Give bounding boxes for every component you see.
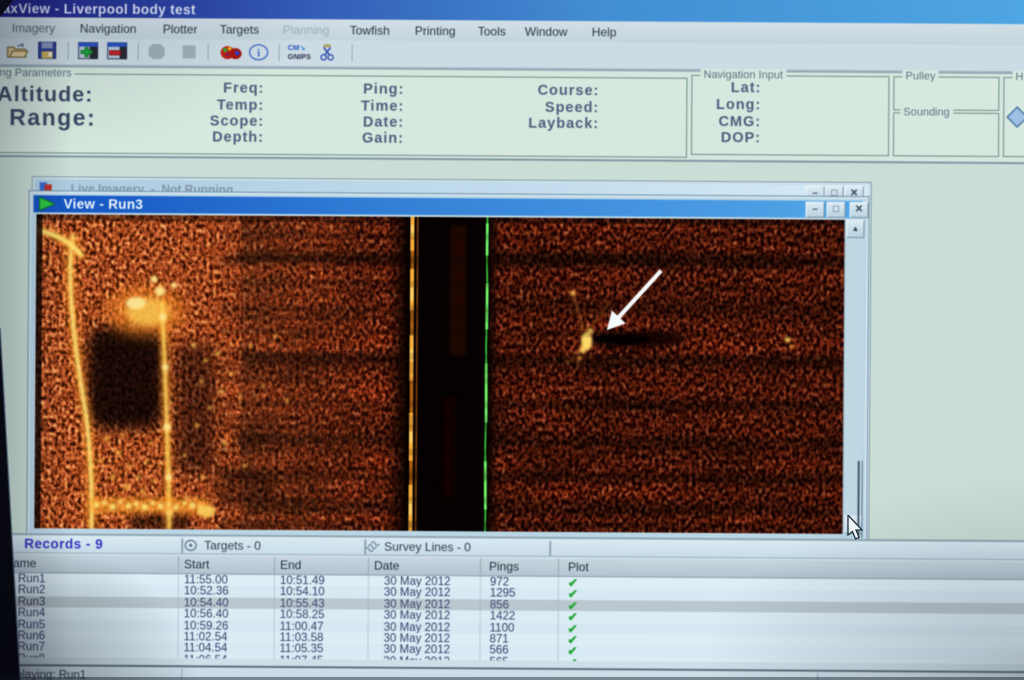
svg-text:i: i — [257, 47, 260, 59]
